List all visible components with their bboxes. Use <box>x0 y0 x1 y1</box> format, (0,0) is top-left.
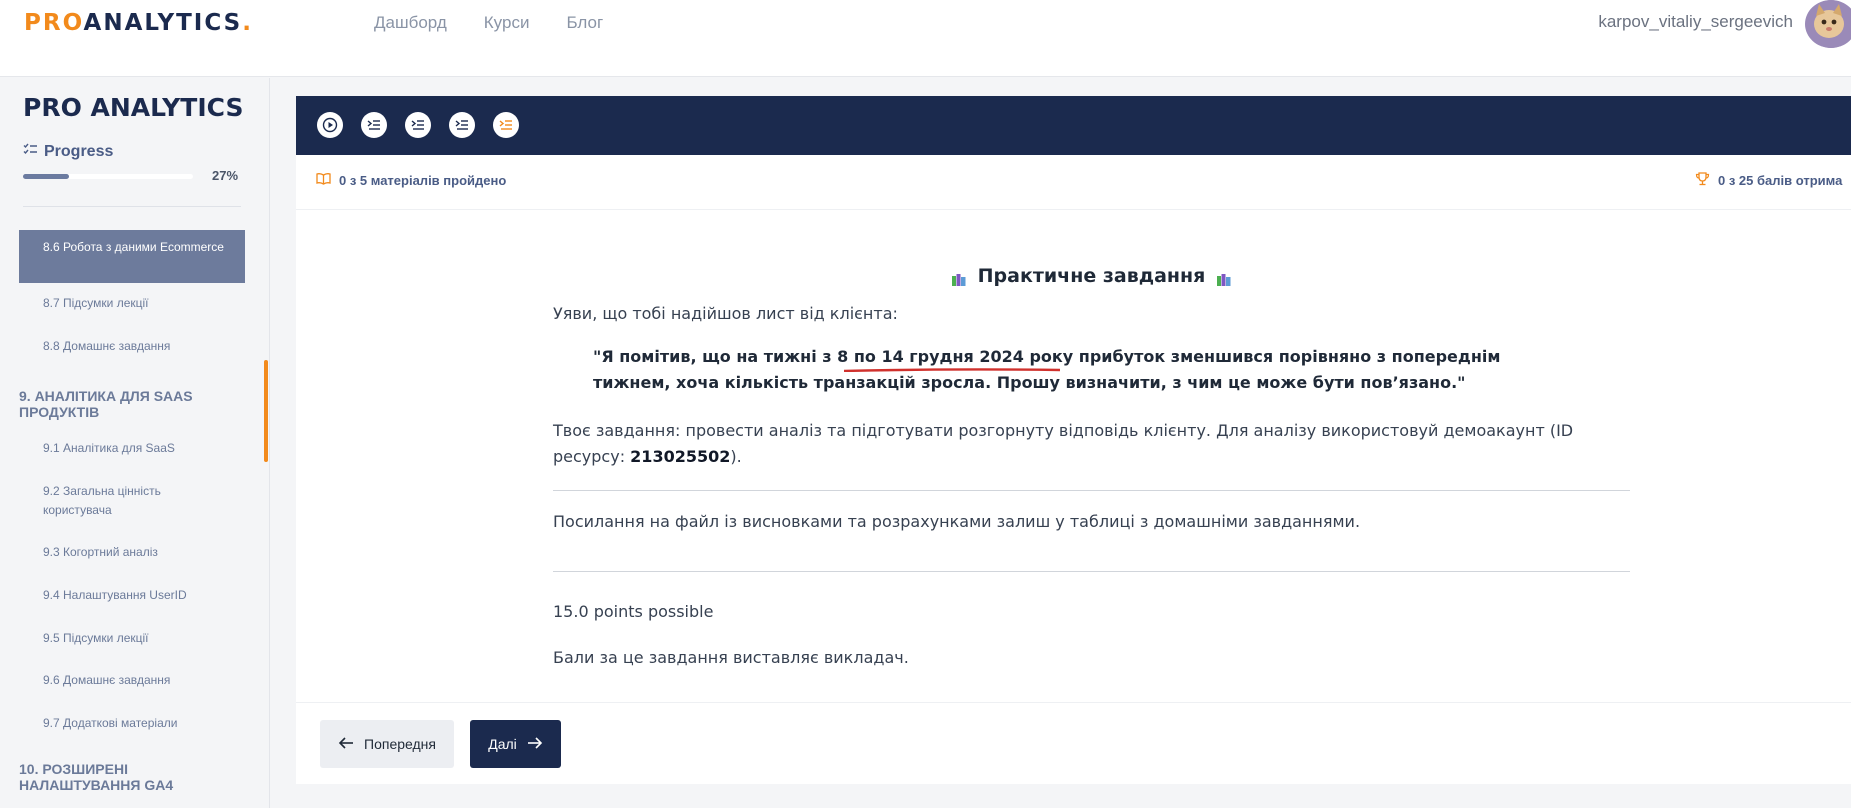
logo-pro-text: PRO <box>24 10 84 36</box>
sidebar-divider <box>23 206 241 207</box>
sidebar-section-9[interactable]: 9. АНАЛІТИКА ДЛЯ SAAS ПРОДУКТІВ <box>19 388 239 420</box>
next-button[interactable]: Далі <box>470 720 561 768</box>
logo[interactable]: PROANALYTICS. <box>24 10 253 36</box>
progress-bar-fill <box>23 174 69 179</box>
client-quote: "Я помітив, що на тижні з 8 по 14 грудня… <box>593 344 1553 396</box>
sidebar-item-9-4[interactable]: 9.4 Налаштування UserID <box>19 586 245 605</box>
course-sidebar: PRO ANALYTICS Progress 27% 8.6 Робота з … <box>0 78 270 808</box>
task-intro: Уяви, що тобі надійшов лист від клієнта: <box>553 304 898 323</box>
sidebar-item-9-5[interactable]: 9.5 Підсумки лекції <box>19 629 245 648</box>
avatar[interactable] <box>1805 0 1851 48</box>
points-stat: 0 з 25 балів отрима <box>1695 172 1842 189</box>
sidebar-item-9-6[interactable]: 9.6 Домашнє завдання <box>19 671 245 690</box>
sidebar-section-10[interactable]: 10. РОЗШИРЕНІ НАЛАШТУВАННЯ GA4 <box>19 761 189 793</box>
materials-stat: 0 з 5 матеріалів пройдено <box>316 172 506 188</box>
sidebar-item-8-8[interactable]: 8.8 Домашнє завдання <box>19 337 245 356</box>
list-icon[interactable] <box>361 112 387 138</box>
resource-id: 213025502 <box>630 447 731 466</box>
divider <box>553 490 1630 491</box>
task-description: Твоє завдання: провести аналіз та підгот… <box>553 418 1630 470</box>
nav-courses[interactable]: Курси <box>484 13 530 33</box>
progress-list-icon <box>23 143 38 161</box>
sidebar-item-9-7[interactable]: 9.7 Додаткові матеріали <box>19 714 245 733</box>
logo-dot: . <box>242 10 253 36</box>
sidebar-item-9-2[interactable]: 9.2 Загальна цінність користувача <box>19 482 179 520</box>
sidebar-item-8-6[interactable]: 8.6 Робота з даними Ecommerce <box>19 230 245 283</box>
task-title-text: Практичне завдання <box>977 265 1206 287</box>
trophy-icon <box>1695 172 1710 189</box>
book-icon <box>316 172 331 188</box>
nav-blog[interactable]: Блог <box>566 13 603 33</box>
books-icon <box>1216 270 1232 286</box>
progress-stats-bar: 0 з 5 матеріалів пройдено 0 з 25 балів о… <box>296 155 1851 210</box>
play-circle-icon[interactable] <box>317 112 343 138</box>
footer-divider <box>296 702 1851 703</box>
materials-stat-text: 0 з 5 матеріалів пройдено <box>339 172 507 188</box>
list-icon[interactable] <box>449 112 475 138</box>
list-icon[interactable] <box>405 112 431 138</box>
nav-dashboard[interactable]: Дашборд <box>374 13 447 33</box>
progress-label: Progress <box>23 143 113 161</box>
arrow-right-icon <box>527 736 543 753</box>
arrow-left-icon <box>338 736 354 753</box>
main-nav: Дашборд Курси Блог <box>374 13 603 33</box>
task-title: Практичне завдання <box>553 265 1630 287</box>
sidebar-scroll-indicator[interactable] <box>264 360 268 462</box>
logo-analytics-text: ANALYTICS <box>83 10 243 36</box>
progress-bar <box>23 174 193 179</box>
sidebar-item-8-7[interactable]: 8.7 Підсумки лекції <box>19 294 245 313</box>
progress-percent: 27% <box>212 168 239 183</box>
red-underline-annotation <box>843 368 1061 372</box>
submission-instructions: Посилання на файл із висновками та розра… <box>553 512 1361 531</box>
username[interactable]: karpov_vitaliy_sergeevich <box>1598 12 1793 32</box>
next-button-label: Далі <box>488 736 517 752</box>
task-description-end: ). <box>730 447 742 466</box>
lesson-card: 0 з 5 матеріалів пройдено 0 з 25 балів о… <box>296 96 1851 784</box>
books-icon <box>951 270 967 286</box>
previous-button-label: Попередня <box>364 736 436 752</box>
top-header: PROANALYTICS. Дашборд Курси Блог karpov_… <box>0 0 1851 77</box>
sidebar-item-9-3[interactable]: 9.3 Когортний аналіз <box>19 543 245 562</box>
list-icon-active[interactable] <box>493 112 519 138</box>
sidebar-item-9-1[interactable]: 9.1 Аналітика для SaaS <box>19 439 245 458</box>
sidebar-title: PRO ANALYTICS <box>23 93 244 122</box>
grader-note: Бали за це завдання виставляє викладач. <box>553 648 909 667</box>
unit-toolbar <box>296 96 1851 155</box>
points-stat-text: 0 з 25 балів отрима <box>1718 173 1843 188</box>
divider <box>553 571 1630 572</box>
progress-label-text: Progress <box>44 143 114 160</box>
points-possible: 15.0 points possible <box>553 602 714 621</box>
previous-button[interactable]: Попередня <box>320 720 454 768</box>
